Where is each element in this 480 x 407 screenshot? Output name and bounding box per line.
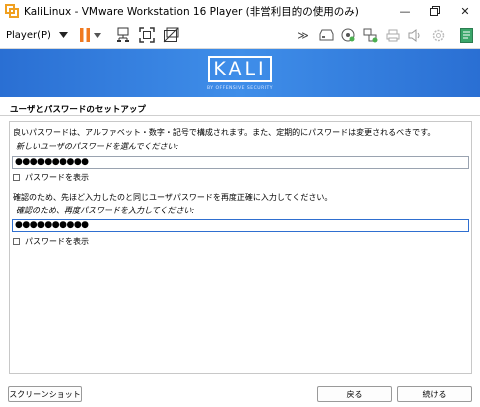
gear-icon [432, 29, 444, 41]
kali-banner: KALI BY OFFENSIVE SECURITY [0, 49, 480, 97]
password-description: 良いパスワードは、アルファベット・数字・記号で構成されます。また、定期的にパスワ… [13, 128, 436, 137]
restore-icon [430, 6, 440, 16]
vmware-player-icon [5, 4, 19, 18]
close-button[interactable]: ✕ [450, 0, 480, 22]
minimize-icon: — [399, 4, 411, 18]
maximize-button[interactable] [420, 0, 450, 22]
show-password-checkbox-2[interactable] [13, 238, 20, 245]
chevron-down-icon [58, 32, 68, 38]
hard-disk-icon [319, 29, 333, 41]
player-menu-label: Player(P) [6, 29, 51, 41]
notes-icon [459, 27, 473, 43]
printer-icon [386, 29, 400, 41]
password-input[interactable]: ●●●●●●●●●● [12, 156, 469, 169]
hard-disk-device[interactable] [318, 26, 334, 44]
window-title: KaliLinux - VMware Workstation 16 Player… [24, 5, 359, 18]
sound-device[interactable] [407, 26, 423, 44]
double-chevron-right-icon: ≫ [297, 28, 309, 42]
cd-dvd-device[interactable] [340, 26, 356, 44]
confirm-password-prompt: 確認のため、再度パスワードを入力してください: [16, 206, 195, 215]
page-title: ユーザとパスワードのセットアップ [10, 105, 146, 115]
close-icon: ✕ [460, 4, 470, 18]
continue-button[interactable]: 続ける [397, 386, 472, 402]
show-password-label-1: パスワードを表示 [25, 173, 89, 182]
fit-window-button[interactable] [138, 26, 156, 44]
network-computer-icon [117, 27, 129, 42]
unity-disabled-icon [163, 27, 179, 43]
send-ctrl-alt-del-button[interactable] [115, 26, 133, 44]
back-button[interactable]: 戻る [317, 386, 392, 402]
kali-logo: KALI [208, 56, 272, 82]
unity-button[interactable] [162, 26, 180, 44]
show-password-checkbox-1[interactable] [13, 174, 20, 181]
notes-button[interactable] [458, 26, 474, 44]
chevron-down-icon [94, 32, 101, 38]
player-menu[interactable]: Player(P) [6, 26, 68, 44]
cd-dvd-icon [341, 28, 355, 42]
network-adapter-icon [363, 28, 377, 42]
usb-device[interactable] [430, 26, 446, 44]
speaker-icon [408, 28, 420, 42]
network-adapter-device[interactable] [362, 26, 378, 44]
show-password-label-2: パスワードを表示 [25, 237, 89, 246]
more-devices-button[interactable]: ≫ [295, 26, 311, 44]
fullscreen-icon [139, 27, 155, 43]
toolbar: Player(P) ≫ [0, 22, 480, 49]
minimize-button[interactable]: — [390, 0, 420, 22]
printer-device[interactable] [385, 26, 401, 44]
confirm-description: 確認のため、先ほど入力したのと同じユーザパスワードを再度正確に入力してください。 [13, 193, 333, 202]
kali-logo-text: KALI [213, 58, 267, 80]
new-password-prompt: 新しいユーザのパスワードを選んでください: [16, 142, 179, 151]
pause-icon [80, 28, 90, 42]
divider [0, 115, 480, 116]
pause-button[interactable] [79, 26, 101, 44]
screenshot-button[interactable]: スクリーンショット [8, 386, 82, 402]
confirm-password-input[interactable]: ●●●●●●●●●● [12, 219, 469, 232]
kali-logo-subtext: BY OFFENSIVE SECURITY [206, 86, 274, 91]
